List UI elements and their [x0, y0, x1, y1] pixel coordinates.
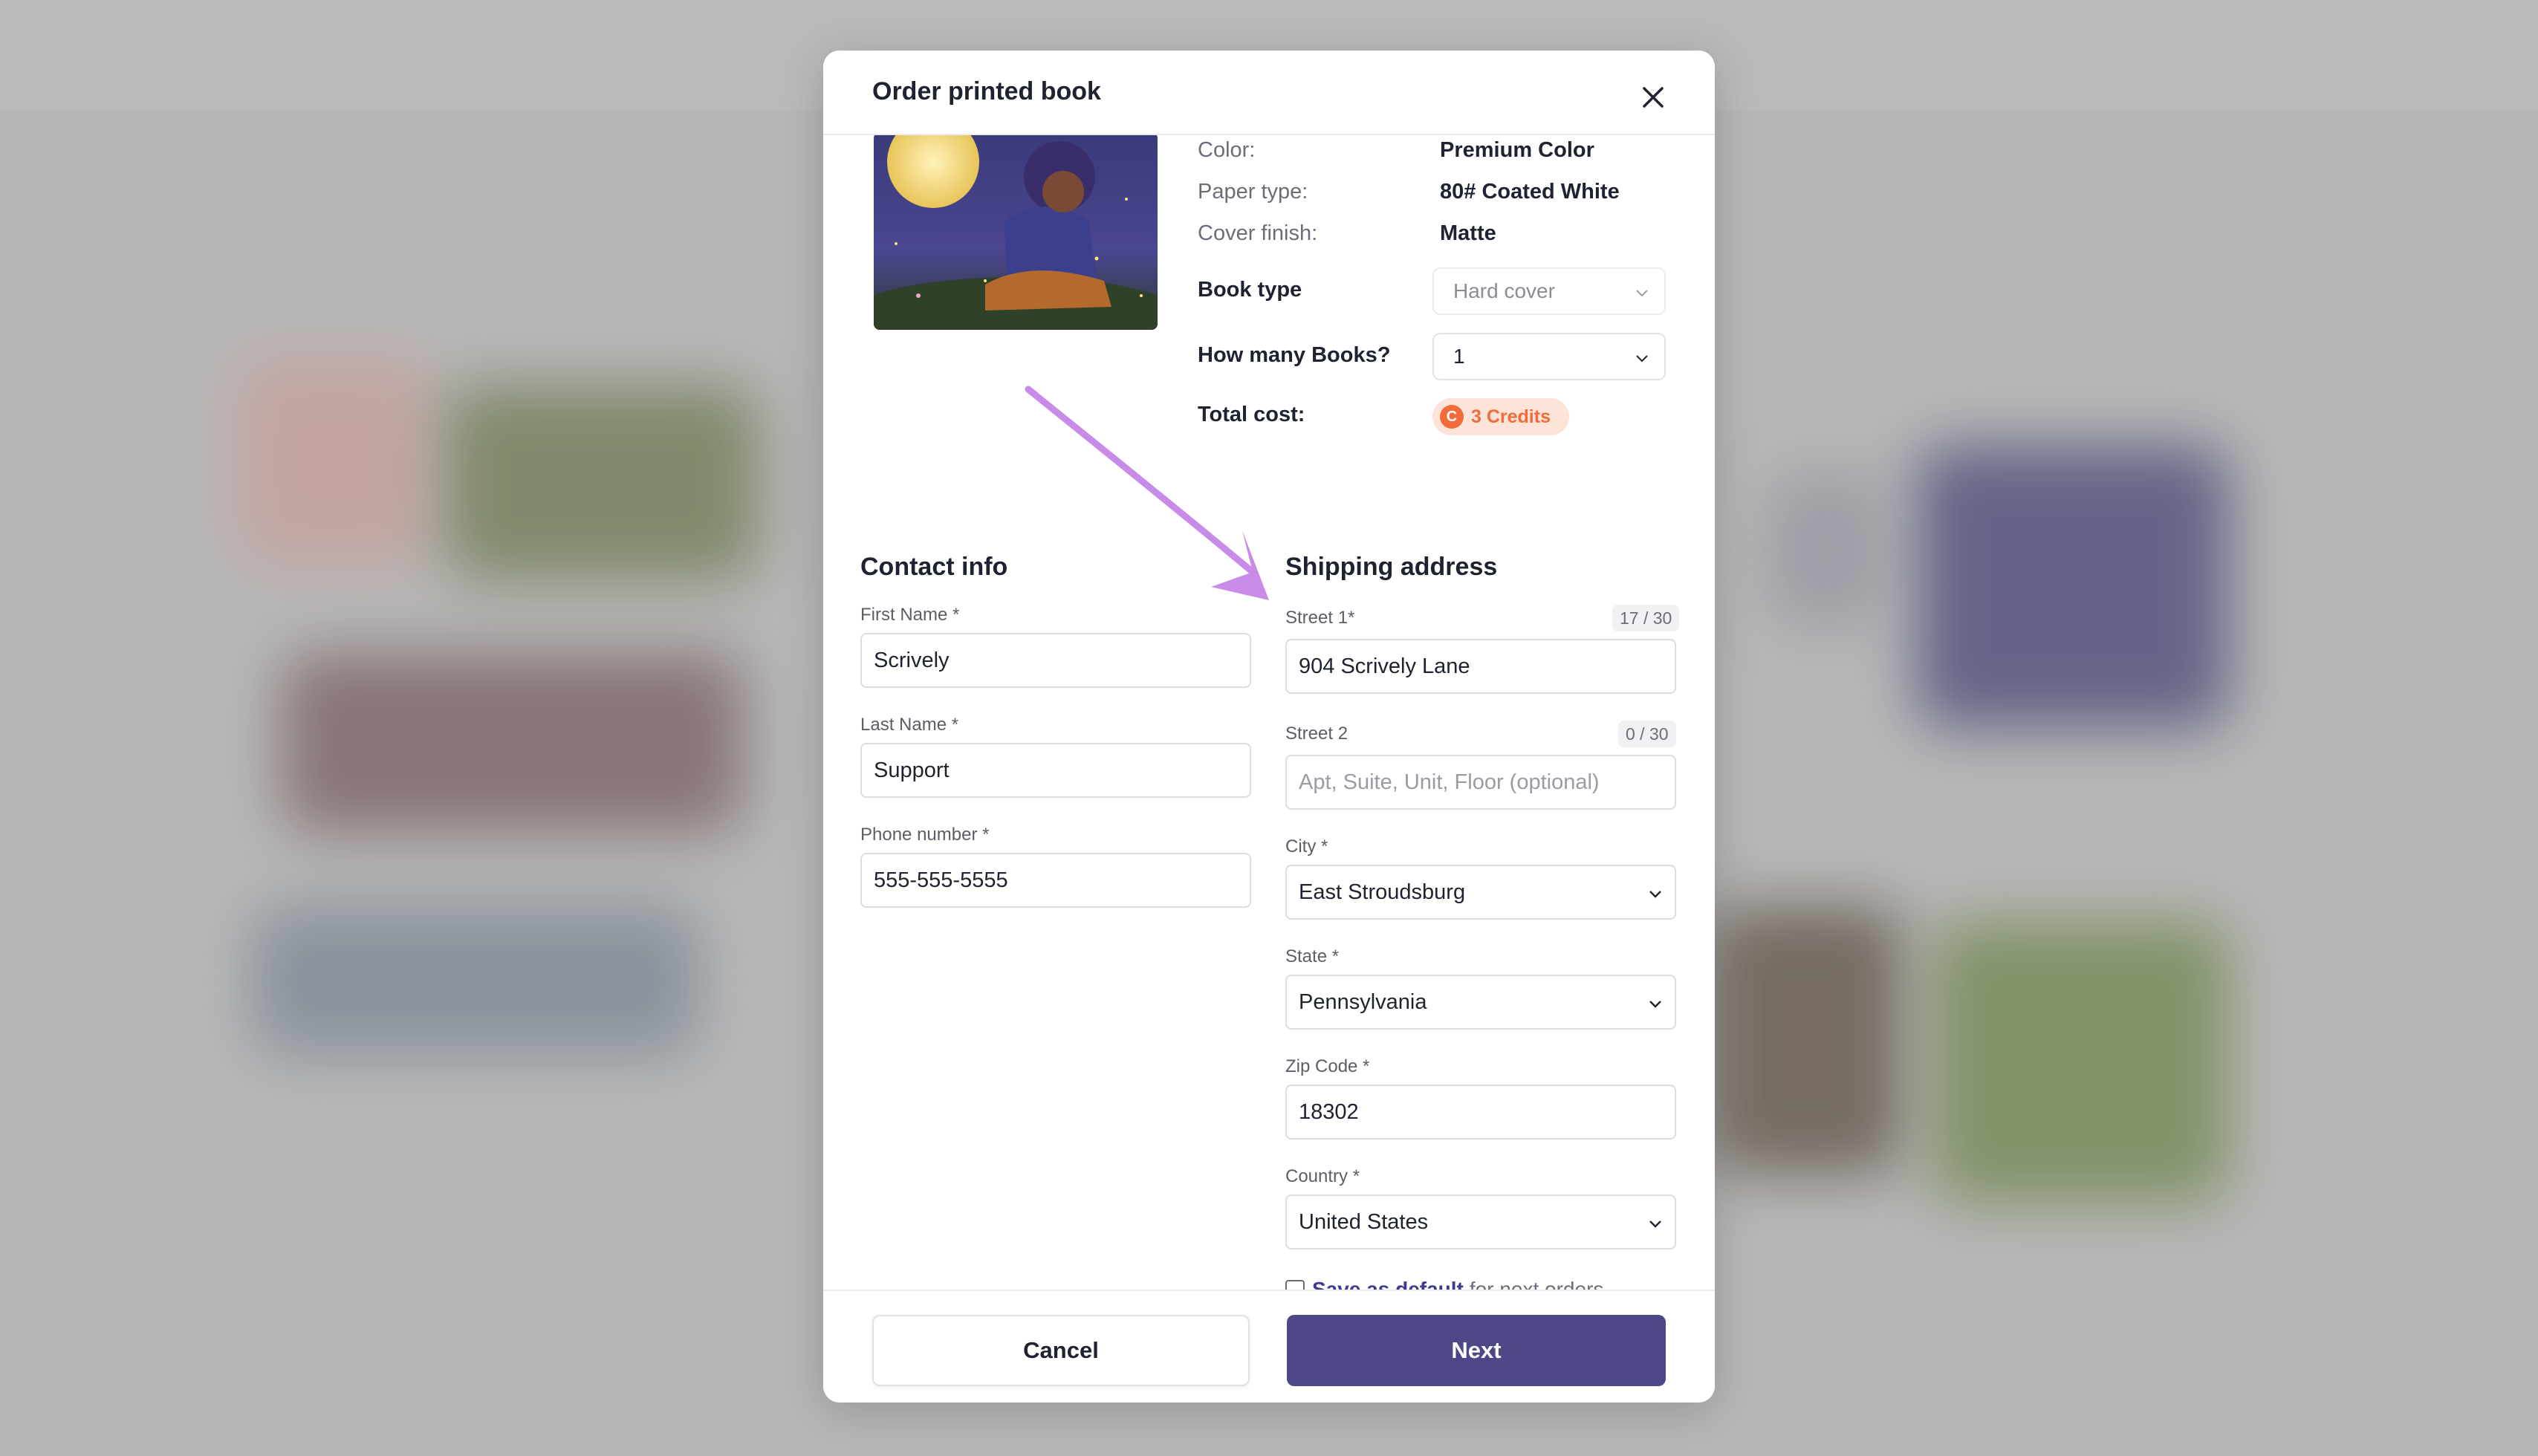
city-select[interactable]: East Stroudsburg	[1285, 865, 1676, 920]
close-icon	[1643, 87, 1664, 108]
chevron-down-icon	[1649, 1221, 1661, 1228]
color-label: Color:	[1198, 138, 1256, 162]
credits-badge: C 3 Credits	[1432, 398, 1569, 435]
order-printed-book-modal: Order printed book Color: Premium Color …	[823, 51, 1715, 1403]
first-name-label: First Name *	[860, 605, 960, 625]
chevron-down-icon	[1636, 290, 1648, 297]
modal-header: Order printed book	[823, 51, 1715, 135]
credits-value: 3 Credits	[1471, 406, 1551, 427]
zip-code-label: Zip Code *	[1285, 1056, 1370, 1076]
street2-label: Street 2	[1285, 724, 1348, 744]
zip-code-input[interactable]	[1285, 1085, 1676, 1140]
first-name-input[interactable]	[860, 633, 1251, 688]
book-cover-image	[874, 132, 1158, 330]
chevron-down-icon	[1649, 891, 1661, 898]
color-value: Premium Color	[1440, 138, 1594, 162]
book-type-value: Hard cover	[1453, 279, 1555, 302]
quantity-value: 1	[1453, 345, 1465, 368]
modal-footer: Cancel Next	[823, 1290, 1715, 1403]
paper-type-value: 80# Coated White	[1440, 180, 1620, 204]
street2-input[interactable]	[1285, 755, 1676, 810]
street1-counter: 17 / 30	[1612, 605, 1680, 631]
phone-number-input[interactable]	[860, 853, 1251, 908]
next-button[interactable]: Next	[1287, 1315, 1666, 1386]
state-label: State *	[1285, 946, 1340, 966]
state-select[interactable]: Pennsylvania	[1285, 975, 1676, 1030]
last-name-input[interactable]	[860, 743, 1251, 798]
chevron-down-icon	[1636, 355, 1648, 363]
country-label: Country *	[1285, 1166, 1360, 1186]
street1-input[interactable]	[1285, 639, 1676, 694]
annotation-arrow-icon	[1025, 386, 1269, 600]
cover-finish-label: Cover finish:	[1198, 221, 1318, 245]
phone-number-label: Phone number *	[860, 825, 990, 845]
last-name-label: Last Name *	[860, 715, 959, 735]
city-value: East Stroudsburg	[1299, 880, 1466, 904]
city-label: City *	[1285, 836, 1328, 857]
modal-title: Order printed book	[872, 77, 1101, 105]
paper-type-label: Paper type:	[1198, 180, 1308, 204]
country-select[interactable]: United States	[1285, 1195, 1676, 1249]
chevron-down-icon	[1649, 1001, 1661, 1008]
book-type-select[interactable]: Hard cover	[1432, 267, 1666, 315]
cover-finish-value: Matte	[1440, 221, 1496, 245]
state-value: Pennsylvania	[1299, 989, 1427, 1014]
quantity-select[interactable]: 1	[1432, 333, 1666, 380]
shipping-address-title: Shipping address	[1285, 553, 1498, 581]
cancel-button[interactable]: Cancel	[872, 1315, 1250, 1386]
street2-counter: 0 / 30	[1618, 721, 1676, 747]
contact-info-title: Contact info	[860, 553, 1008, 581]
country-value: United States	[1299, 1209, 1429, 1234]
street1-label: Street 1*	[1285, 608, 1355, 628]
quantity-label: How many Books?	[1198, 343, 1391, 367]
credits-coin-icon: C	[1440, 405, 1464, 429]
book-type-label: Book type	[1198, 278, 1302, 302]
close-button[interactable]	[1635, 79, 1672, 116]
